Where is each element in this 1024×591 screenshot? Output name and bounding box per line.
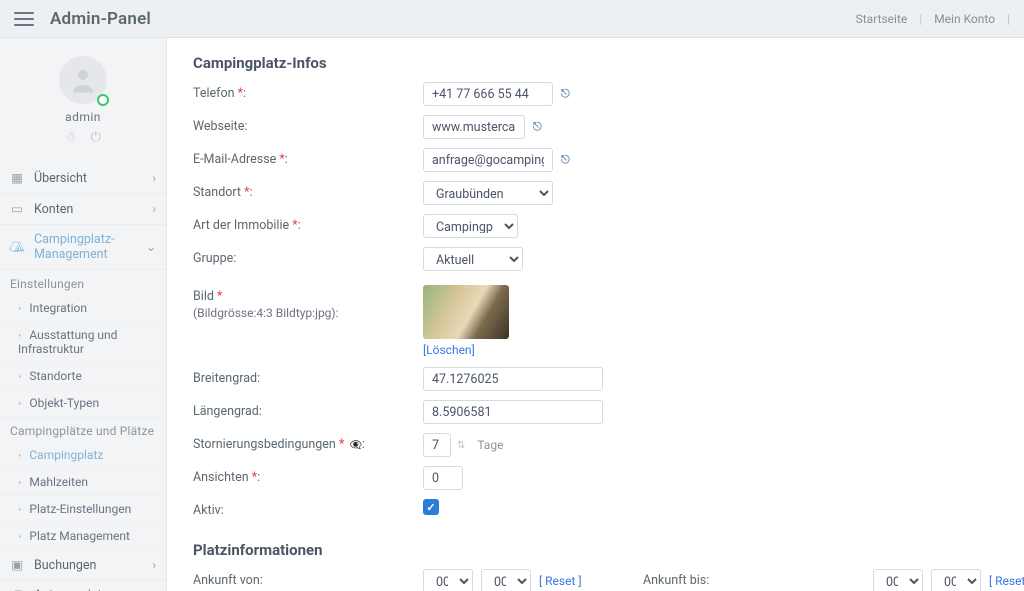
arrival-until-hour-select[interactable]: 00	[873, 569, 923, 591]
email-input[interactable]	[423, 148, 553, 172]
reset-arrival-from-link[interactable]: [ Reset ]	[539, 574, 582, 588]
bed-icon: ⛺︎	[10, 240, 24, 255]
phone-input[interactable]	[423, 82, 553, 106]
sidebar-sub-campsite[interactable]: Campingplatz	[0, 442, 166, 469]
top-bar: Admin-Panel Startseite | Mein Konto |	[0, 0, 1024, 38]
sidebar-sub-pitch-mgmt[interactable]: Platz Management	[0, 523, 166, 550]
sidebar-sub-equipment[interactable]: Ausstattung und Infrastruktur	[0, 322, 166, 363]
nav-account-link[interactable]: Mein Konto	[934, 12, 995, 26]
active-checkbox[interactable]	[423, 499, 439, 515]
grid-icon: ▦	[10, 170, 24, 186]
help-icon[interactable]: 👁️‍🗨️	[349, 440, 361, 451]
sidebar-sub-pitch-settings[interactable]: Platz-Einstellungen	[0, 496, 166, 523]
top-nav: Startseite | Mein Konto |	[856, 12, 1010, 26]
translate-icon[interactable]: ⎋	[561, 153, 570, 167]
delete-image-link[interactable]: [Löschen]	[423, 343, 475, 357]
sidebar-sub-locations[interactable]: Standorte	[0, 363, 166, 390]
sidebar-item-label: Übersicht	[34, 171, 87, 186]
image-thumbnail[interactable]	[423, 285, 509, 339]
chevron-down-icon: ⌄	[146, 240, 156, 254]
sidebar-item-label: Campingplatz-Management	[34, 232, 136, 262]
location-select[interactable]: Graubünden	[423, 181, 553, 205]
avatar[interactable]	[59, 56, 107, 104]
label-phone: Telefon *:	[193, 82, 423, 101]
days-suffix: Tage	[477, 438, 503, 452]
arrival-from-min-select[interactable]: 00	[481, 569, 531, 591]
section-title-place: Platzinformationen	[193, 541, 998, 559]
website-input[interactable]	[423, 115, 525, 139]
label-lng: Längengrad:	[193, 400, 423, 419]
sidebar-sub-object-types[interactable]: Objekt-Typen	[0, 390, 166, 417]
sidebar-item-accounts[interactable]: ▭ Konten ›	[0, 194, 166, 225]
chevron-right-icon: ›	[152, 171, 156, 185]
presence-indicator-icon	[97, 94, 109, 106]
translate-icon[interactable]: ⎋	[533, 120, 542, 134]
sidebar-item-label: Buchungen	[34, 558, 96, 573]
longitude-input[interactable]	[423, 400, 603, 424]
label-views: Ansichten *:	[193, 466, 423, 485]
power-icon[interactable]: ⏻	[91, 130, 101, 145]
cancel-days-input[interactable]	[423, 433, 451, 457]
chevron-right-icon: ›	[152, 202, 156, 216]
nav-home-link[interactable]: Startseite	[856, 12, 908, 26]
sidebar-nav: ▦ Übersicht › ▭ Konten › ⛺︎ Campingplatz…	[0, 163, 166, 591]
sidebar-item-car-rental[interactable]: 🚗︎ Autovermietung ›	[0, 581, 166, 591]
group-select[interactable]: Aktuell	[423, 247, 523, 271]
user-icon	[68, 65, 98, 95]
label-property-type: Art der Immobilie *:	[193, 214, 423, 233]
nav-divider: |	[1007, 12, 1010, 26]
main-content: Campingplatz-Infos Telefon *: ⎋ Webseite…	[167, 38, 1024, 591]
label-active: Aktiv:	[193, 499, 423, 518]
sidebar-item-campsite-management[interactable]: ⛺︎ Campingplatz-Management ⌄	[0, 225, 166, 270]
label-location: Standort *:	[193, 181, 423, 200]
arrival-from-hour-select[interactable]: 00	[423, 569, 473, 591]
nav-divider: |	[919, 12, 922, 26]
username-label: admin	[0, 110, 166, 124]
translate-icon[interactable]: ⎋	[561, 87, 570, 101]
label-arrival-until: Ankunft bis:	[643, 569, 873, 588]
reset-arrival-until-link[interactable]: [ Reset ]	[989, 574, 1024, 588]
sidebar-group-campsites: Campingplätze und Plätze	[0, 417, 166, 442]
sidebar-item-overview[interactable]: ▦ Übersicht ›	[0, 163, 166, 194]
chevron-right-icon: ›	[152, 558, 156, 572]
sidebar-item-bookings[interactable]: ▣ Buchungen ›	[0, 550, 166, 581]
label-website: Webseite:	[193, 115, 423, 134]
sidebar-sub-meals[interactable]: Mahlzeiten	[0, 469, 166, 496]
sidebar-item-label: Konten	[34, 202, 73, 217]
latitude-input[interactable]	[423, 367, 603, 391]
section-title-info: Campingplatz-Infos	[193, 54, 998, 72]
app-title: Admin-Panel	[50, 9, 151, 29]
stepper-icon[interactable]: ⇅	[457, 440, 465, 451]
image-hint: (Bildgrösse:4:3 Bildtyp:jpg):	[193, 306, 423, 320]
sidebar: admin ☃︎ ⏻ ▦ Übersicht › ▭ Konten › ⛺︎ C…	[0, 38, 167, 591]
id-card-icon: ▭	[10, 201, 24, 217]
briefcase-icon: ▣	[10, 557, 24, 573]
property-type-select[interactable]: Campingplatz	[423, 214, 518, 238]
label-email: E-Mail-Adresse *:	[193, 148, 423, 167]
sidebar-group-settings: Einstellungen	[0, 270, 166, 295]
label-lat: Breitengrad:	[193, 367, 423, 386]
user-profile-icon[interactable]: ☃︎	[65, 130, 77, 145]
label-cancel-terms: Stornierungsbedingungen * 👁️‍🗨️:	[193, 433, 423, 452]
avatar-block: admin ☃︎ ⏻	[0, 48, 166, 149]
label-image: Bild * (Bildgrösse:4:3 Bildtyp:jpg):	[193, 285, 423, 320]
sidebar-sub-integration[interactable]: Integration	[0, 295, 166, 322]
arrival-until-min-select[interactable]: 00	[931, 569, 981, 591]
menu-toggle-icon[interactable]	[14, 8, 34, 30]
label-arrival-from: Ankunft von:	[193, 569, 423, 588]
views-input[interactable]	[423, 466, 463, 490]
label-group: Gruppe:	[193, 247, 423, 266]
